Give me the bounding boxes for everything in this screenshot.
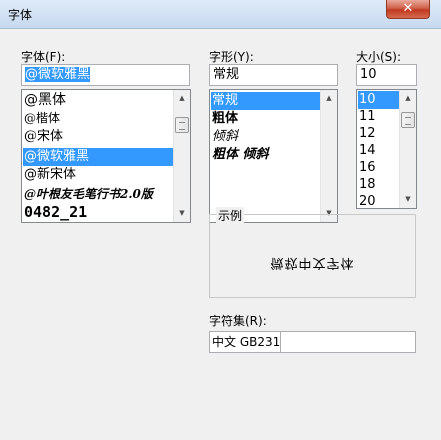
font-input-value: @微软雅黑 [25,67,91,82]
style-list-item-selected[interactable]: 常规 [211,92,320,110]
font-list-item[interactable]: @楷体 [23,109,173,127]
size-list-item[interactable]: 20 [358,193,400,208]
style-list-item[interactable]: 粗体 [211,110,320,128]
size-list-item[interactable]: 18 [358,176,400,194]
scroll-up-arrow-icon[interactable]: ▲ [174,90,190,107]
size-label: 大小(S): [356,50,402,64]
charset-label: 字符集(R): [209,314,267,328]
size-input[interactable]: 10 [356,64,417,86]
scroll-thumb[interactable] [175,117,189,133]
charset-value: 中文 GB2312 [212,335,280,349]
close-button[interactable]: ✕ [386,0,430,19]
scroll-up-arrow-icon[interactable]: ▲ [400,90,416,107]
style-input[interactable]: 常规 [209,64,338,86]
size-list[interactable]: 10 11 12 14 16 18 20 ▲ ▼ [356,89,417,209]
size-input-value: 10 [360,67,377,82]
sample-preview-text: 微软中文字体 [270,255,355,270]
font-list-item-selected[interactable]: @微软雅黑 [23,148,173,166]
scroll-down-arrow-icon[interactable]: ▼ [174,205,190,222]
title-bar: 字体 ✕ [0,0,441,29]
font-list-item[interactable]: 0482_21 [23,203,173,221]
style-input-value: 常规 [213,67,240,82]
font-list-item[interactable]: @叶根友毛笔行书2.0版 [23,185,173,203]
font-list-item[interactable]: @黑体 [23,91,173,109]
scroll-up-arrow-icon[interactable]: ▲ [321,90,337,107]
charset-select[interactable]: 中文 GB2312 [209,331,416,353]
size-list-item[interactable]: 12 [358,125,400,143]
font-list[interactable]: @黑体 @楷体 @宋体 @微软雅黑 @新宋体 @叶根友毛笔行书2.0版 0482… [21,89,191,223]
close-icon: ✕ [402,1,414,16]
font-list-item[interactable]: @新宋体 [23,166,173,184]
style-list-item[interactable]: 倾斜 [211,128,320,146]
size-list-item[interactable]: 14 [358,142,400,160]
size-list-item-selected[interactable]: 10 [358,91,400,109]
size-list-scrollbar[interactable]: ▲ ▼ [399,90,416,208]
font-input[interactable]: @微软雅黑 [21,64,190,86]
scroll-down-arrow-icon[interactable]: ▼ [400,191,416,208]
style-label: 字形(Y): [209,50,254,64]
style-list-scrollbar[interactable]: ▲ ▼ [320,90,337,222]
font-list-item[interactable]: @宋体 [23,128,173,146]
scroll-thumb[interactable] [401,112,415,128]
size-list-item[interactable]: 16 [358,159,400,177]
font-list-scrollbar[interactable]: ▲ ▼ [173,90,190,222]
window-title: 字体 [8,8,33,22]
style-list[interactable]: 常规 粗体 倾斜 粗体 倾斜 ▲ ▼ [209,89,338,223]
charset-divider [280,332,281,352]
sample-title: 示例 [216,207,245,224]
font-label: 字体(F): [21,50,66,64]
style-list-item[interactable]: 粗体 倾斜 [211,146,320,164]
size-list-item[interactable]: 11 [358,108,400,126]
